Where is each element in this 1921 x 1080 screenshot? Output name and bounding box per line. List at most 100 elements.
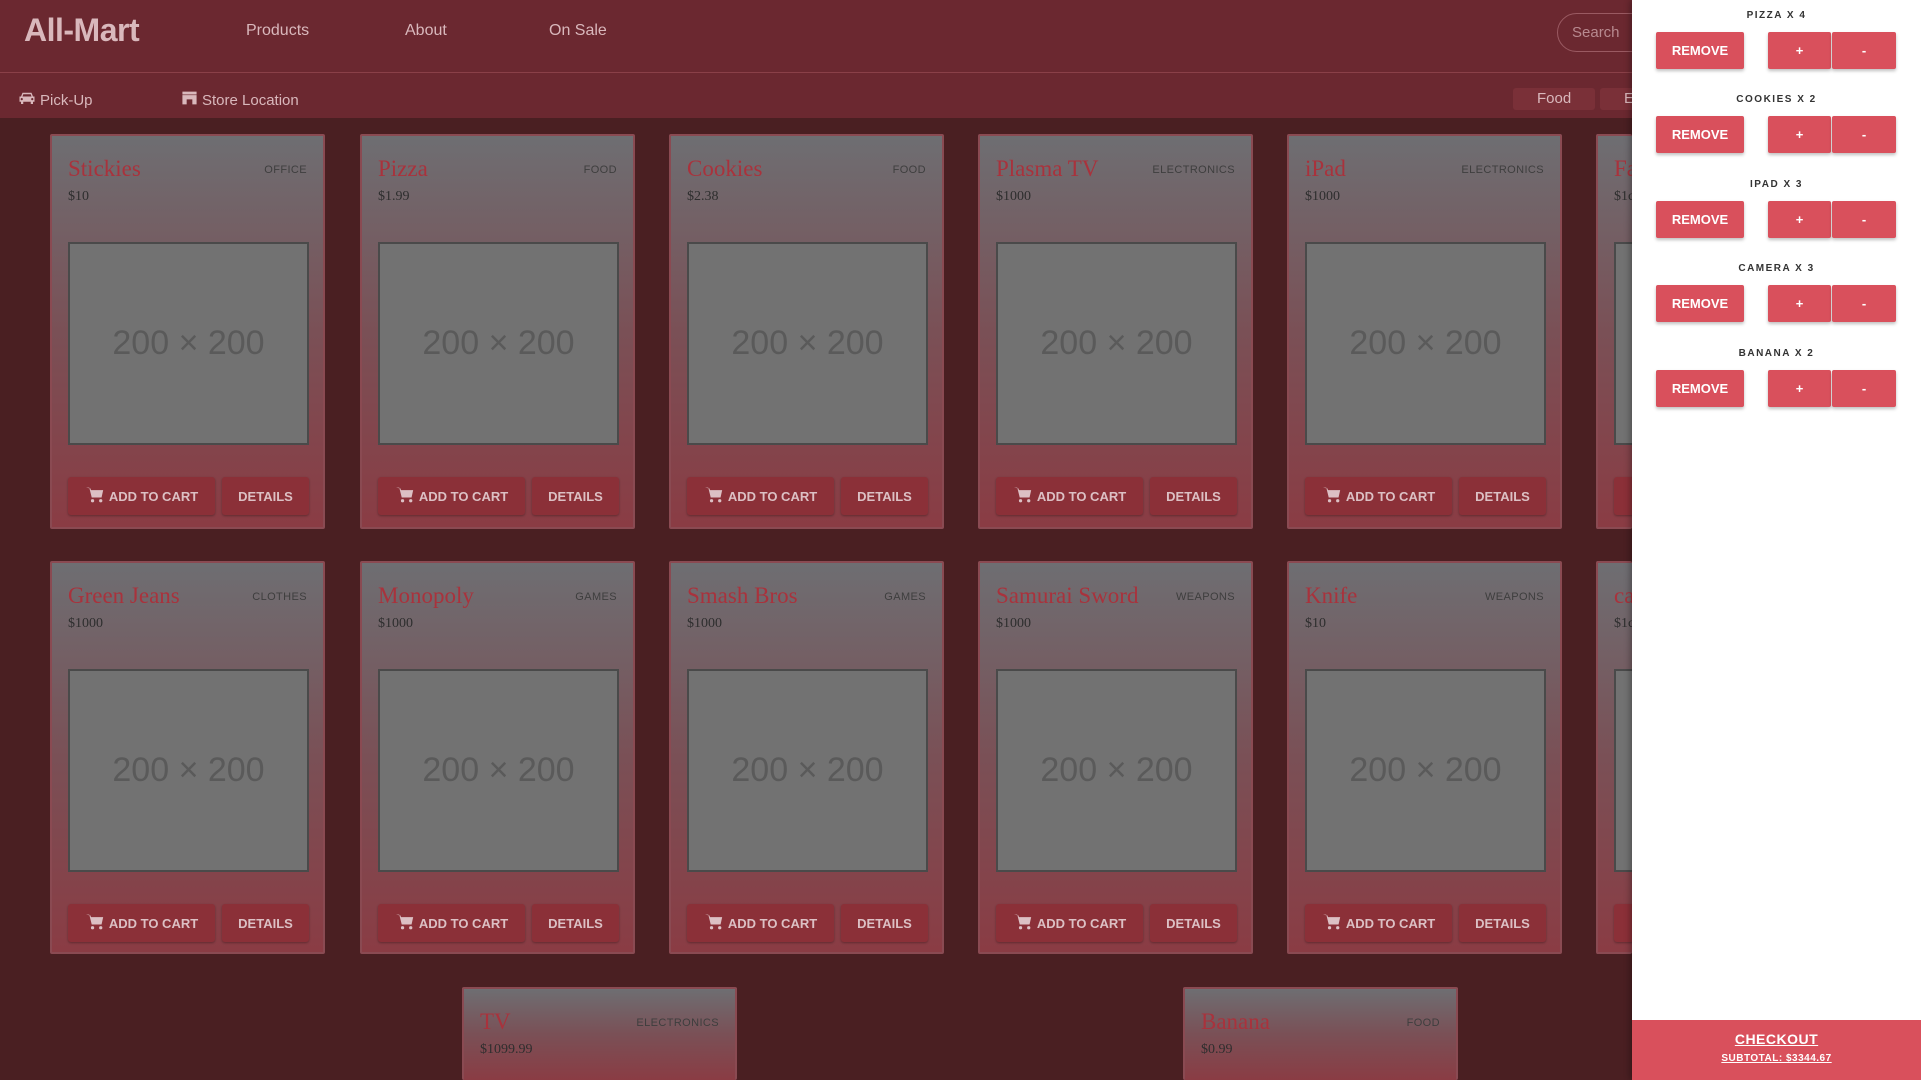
- product-category: WEAPONS: [1484, 591, 1544, 603]
- store-icon: [181, 90, 198, 110]
- pickup-link[interactable]: Pick-Up: [18, 90, 93, 110]
- add-to-cart-button[interactable]: ADD TO CART: [996, 904, 1143, 942]
- add-to-cart-button[interactable]: ADD TO CART: [378, 477, 525, 515]
- product-card: Plasma TV ELECTRONICS $1000 200 × 200 AD…: [978, 134, 1253, 529]
- increment-button[interactable]: +: [1768, 370, 1831, 407]
- product-category: ELECTRONICS: [636, 1017, 719, 1029]
- decrement-button[interactable]: -: [1832, 32, 1896, 69]
- product-category: FOOD: [583, 164, 617, 176]
- product-name: Smash Bros: [687, 583, 798, 608]
- remove-button[interactable]: REMOVE: [1656, 285, 1744, 322]
- details-button[interactable]: DETAILS: [1459, 904, 1546, 942]
- product-name: Stickies: [68, 156, 141, 181]
- remove-button[interactable]: REMOVE: [1656, 32, 1744, 69]
- increment-button[interactable]: +: [1768, 116, 1831, 153]
- checkout-button[interactable]: CHECKOUT SUBTOTAL: $3344.67: [1632, 1020, 1921, 1080]
- cart-icon: [1013, 913, 1033, 934]
- details-button[interactable]: DETAILS: [1150, 904, 1237, 942]
- product-price: $1000: [996, 616, 1031, 631]
- product-card: Stickies OFFICE $10 200 × 200 ADD TO CAR…: [50, 134, 325, 529]
- product-card: ca $1c: [1596, 561, 1632, 954]
- product-price: $0.99: [1201, 1042, 1233, 1057]
- details-button[interactable]: DETAILS: [841, 904, 928, 942]
- add-to-cart-button[interactable]: ADD TO CART: [1305, 477, 1452, 515]
- product-image: 200 × 200: [996, 242, 1237, 445]
- product-name: iPad: [1305, 156, 1346, 181]
- product-name: ca: [1614, 583, 1632, 608]
- product-category: ELECTRONICS: [1152, 164, 1235, 176]
- add-to-cart-button[interactable]: ADD TO CART: [1305, 904, 1452, 942]
- add-to-cart-button[interactable]: ADD TO CART: [68, 904, 215, 942]
- product-image: [1614, 242, 1632, 445]
- nav-about[interactable]: About: [405, 22, 447, 40]
- product-card: Banana FOOD $0.99: [1183, 987, 1458, 1080]
- subtotal: SUBTOTAL: $3344.67: [1721, 1053, 1832, 1064]
- product-price: $1000: [996, 189, 1031, 204]
- product-image: 200 × 200: [68, 669, 309, 872]
- product-card: Green Jeans CLOTHES $1000 200 × 200 ADD …: [50, 561, 325, 954]
- increment-button[interactable]: +: [1768, 32, 1831, 69]
- product-category: OFFICE: [264, 164, 307, 176]
- nav-on-sale[interactable]: On Sale: [549, 22, 607, 40]
- details-button[interactable]: DETAILS: [1459, 477, 1546, 515]
- add-to-cart-button[interactable]: ADD TO CART: [687, 477, 834, 515]
- product-name: Cookies: [687, 156, 763, 181]
- decrement-button[interactable]: -: [1832, 116, 1896, 153]
- product-category: FOOD: [892, 164, 926, 176]
- product-image: 200 × 200: [1305, 669, 1546, 872]
- increment-button[interactable]: +: [1768, 201, 1831, 238]
- cart-panel: PIZZA X 4 REMOVE + - COOKIES X 2 REMOVE …: [1632, 0, 1921, 1080]
- product-price: $1.99: [378, 189, 410, 204]
- cart-item: BANANA X 2 REMOVE + -: [1632, 338, 1921, 420]
- product-category: CLOTHES: [252, 591, 307, 603]
- add-to-cart-label: ADD TO CART: [1345, 488, 1436, 504]
- increment-button[interactable]: +: [1768, 285, 1831, 322]
- cart-item: IPAD X 3 REMOVE + -: [1632, 169, 1921, 251]
- logo[interactable]: All-Mart: [24, 12, 140, 49]
- cart-icon: [1013, 486, 1033, 507]
- add-to-cart-label: ADD TO CART: [727, 915, 818, 931]
- product-card: Smash Bros GAMES $1000 200 × 200 ADD TO …: [669, 561, 944, 954]
- product-name: TV: [480, 1009, 511, 1034]
- add-to-cart-button[interactable]: ADD TO CART: [996, 477, 1143, 515]
- cart-icon: [1322, 486, 1342, 507]
- remove-button[interactable]: REMOVE: [1656, 116, 1744, 153]
- details-button[interactable]: DETAILS: [1150, 477, 1237, 515]
- nav-products[interactable]: Products: [246, 22, 309, 40]
- add-to-cart-button[interactable]: [1614, 477, 1632, 515]
- add-to-cart-label: ADD TO CART: [418, 915, 509, 931]
- product-card: Knife WEAPONS $10 200 × 200 ADD TO CART …: [1287, 561, 1562, 954]
- product-price: $1c: [1614, 616, 1632, 631]
- product-category: FOOD: [1406, 1017, 1440, 1029]
- product-image: 200 × 200: [996, 669, 1237, 872]
- store-location-label: Store Location: [202, 91, 299, 109]
- product-card: Monopoly GAMES $1000 200 × 200 ADD TO CA…: [360, 561, 635, 954]
- add-to-cart-button[interactable]: ADD TO CART: [68, 477, 215, 515]
- details-button[interactable]: DETAILS: [222, 477, 309, 515]
- product-name: Monopoly: [378, 583, 474, 608]
- store-location-link[interactable]: Store Location: [181, 90, 299, 110]
- add-to-cart-button[interactable]: [1614, 904, 1632, 942]
- product-name: Green Jeans: [68, 583, 180, 608]
- details-button[interactable]: DETAILS: [222, 904, 309, 942]
- category-food-button[interactable]: Food: [1513, 88, 1596, 110]
- decrement-button[interactable]: -: [1832, 201, 1896, 238]
- remove-button[interactable]: REMOVE: [1656, 370, 1744, 407]
- decrement-button[interactable]: -: [1832, 285, 1896, 322]
- product-image: 200 × 200: [378, 242, 619, 445]
- decrement-button[interactable]: -: [1832, 370, 1896, 407]
- cart-icon: [85, 486, 105, 507]
- add-to-cart-button[interactable]: ADD TO CART: [687, 904, 834, 942]
- add-to-cart-button[interactable]: ADD TO CART: [378, 904, 525, 942]
- product-image: 200 × 200: [687, 669, 928, 872]
- product-name: Plasma TV: [996, 156, 1099, 181]
- product-price: $10: [1305, 616, 1326, 631]
- remove-button[interactable]: REMOVE: [1656, 201, 1744, 238]
- cart-item-title: PIZZA X 4: [1746, 10, 1807, 21]
- details-button[interactable]: DETAILS: [841, 477, 928, 515]
- add-to-cart-label: ADD TO CART: [108, 915, 199, 931]
- add-to-cart-label: ADD TO CART: [108, 488, 199, 504]
- details-button[interactable]: DETAILS: [532, 904, 619, 942]
- details-button[interactable]: DETAILS: [532, 477, 619, 515]
- cart-icon: [395, 913, 415, 934]
